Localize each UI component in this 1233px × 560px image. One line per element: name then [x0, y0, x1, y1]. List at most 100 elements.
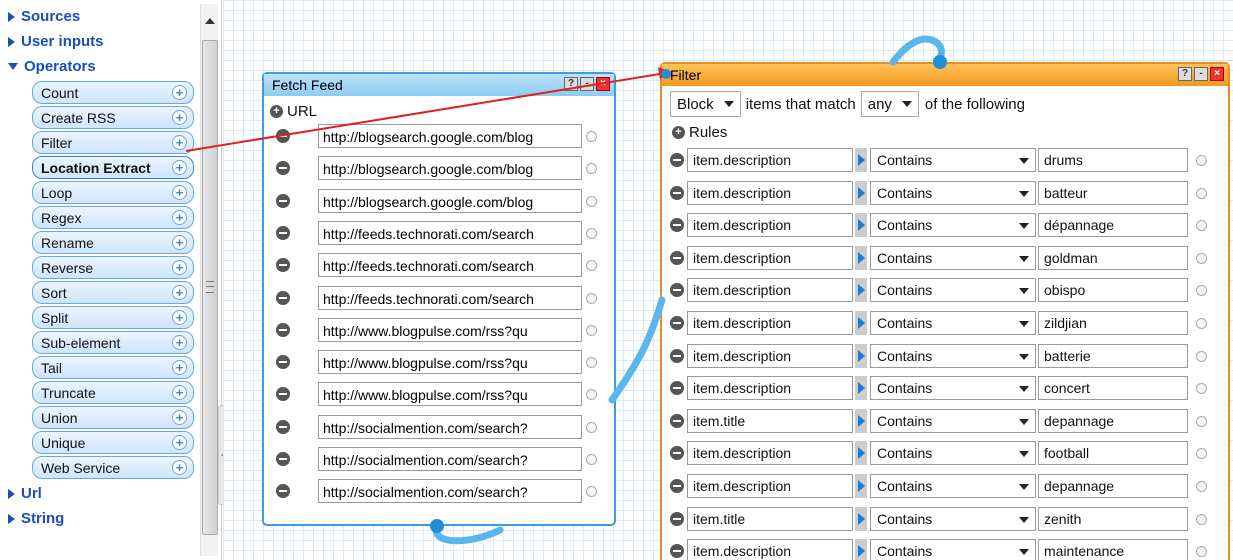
- rule-value-input[interactable]: goldman: [1038, 245, 1188, 270]
- url-input[interactable]: http://feeds.technorati.com/search: [318, 220, 582, 245]
- remove-url-icon[interactable]: [276, 290, 290, 305]
- operator-split[interactable]: Split +: [32, 306, 194, 329]
- url-input[interactable]: http://blogsearch.google.com/blog: [318, 156, 582, 181]
- rule-value-port-icon[interactable]: [1196, 546, 1207, 558]
- remove-rule-icon[interactable]: [670, 348, 684, 363]
- remove-url-icon[interactable]: [276, 387, 290, 402]
- rule-operator-select[interactable]: Contains: [870, 278, 1036, 303]
- rule-field-input[interactable]: item.description: [687, 180, 853, 205]
- add-module-icon[interactable]: +: [172, 285, 187, 300]
- operator-rename[interactable]: Rename +: [32, 231, 194, 254]
- field-picker-icon[interactable]: [855, 376, 867, 401]
- operator-reverse[interactable]: Reverse +: [32, 256, 194, 279]
- rule-field-input[interactable]: item.description: [687, 278, 853, 303]
- section-string[interactable]: String: [8, 506, 198, 531]
- rule-value-port-icon[interactable]: [1196, 481, 1207, 492]
- rule-operator-select[interactable]: Contains: [870, 148, 1036, 172]
- operator-count[interactable]: Count +: [32, 81, 194, 104]
- rule-field-input[interactable]: item.description: [687, 539, 853, 560]
- url-input[interactable]: http://blogsearch.google.com/blog: [318, 124, 582, 148]
- remove-rule-icon[interactable]: [670, 218, 684, 233]
- rule-field-input[interactable]: item.description: [687, 245, 853, 270]
- remove-url-icon[interactable]: [276, 193, 290, 208]
- field-picker-icon[interactable]: [855, 245, 867, 270]
- rule-operator-select[interactable]: Contains: [870, 539, 1036, 560]
- url-input-port-icon[interactable]: [586, 454, 597, 465]
- add-module-icon[interactable]: +: [172, 410, 187, 425]
- filter-module[interactable]: Filter ? - × Block items that match any …: [660, 62, 1230, 560]
- url-input[interactable]: http://www.blogpulse.com/rss?qu: [318, 317, 582, 342]
- remove-rule-icon[interactable]: [670, 185, 684, 200]
- remove-rule-icon[interactable]: [670, 316, 684, 330]
- add-module-icon[interactable]: +: [172, 310, 187, 325]
- url-input-port-icon[interactable]: [586, 486, 597, 498]
- operator-sub-element[interactable]: Sub-element +: [32, 331, 194, 354]
- add-module-icon[interactable]: +: [172, 135, 187, 150]
- add-rule-icon[interactable]: +: [672, 125, 685, 139]
- rule-value-port-icon[interactable]: [1196, 513, 1207, 525]
- operator-web-service[interactable]: Web Service +: [32, 456, 194, 479]
- rule-value-input[interactable]: concert: [1038, 376, 1188, 401]
- remove-url-icon[interactable]: [276, 452, 290, 466]
- rule-operator-select[interactable]: Contains: [870, 343, 1036, 368]
- operator-loop[interactable]: Loop +: [32, 181, 194, 204]
- add-module-icon[interactable]: +: [172, 335, 187, 350]
- remove-url-icon[interactable]: [276, 225, 290, 240]
- rule-value-input[interactable]: zenith: [1038, 506, 1188, 531]
- add-module-icon[interactable]: +: [172, 160, 187, 175]
- rule-field-input[interactable]: item.title: [687, 408, 853, 433]
- field-picker-icon[interactable]: [855, 343, 867, 368]
- section-user-inputs[interactable]: User inputs: [8, 29, 198, 54]
- rule-operator-select[interactable]: Contains: [870, 311, 1036, 335]
- add-module-icon[interactable]: +: [172, 435, 187, 450]
- field-picker-icon[interactable]: [855, 278, 867, 303]
- rule-value-input[interactable]: batterie: [1038, 343, 1188, 368]
- rule-field-input[interactable]: item.description: [687, 441, 853, 466]
- url-input-port-icon[interactable]: [586, 227, 597, 239]
- section-url[interactable]: Url: [8, 481, 198, 506]
- operator-unique[interactable]: Unique +: [32, 431, 194, 454]
- url-input[interactable]: http://blogsearch.google.com/blog: [318, 188, 582, 213]
- rule-value-input[interactable]: depannage: [1038, 474, 1188, 498]
- rule-value-input[interactable]: football: [1038, 441, 1188, 466]
- rule-field-input[interactable]: item.description: [687, 376, 853, 401]
- operator-regex[interactable]: Regex +: [32, 206, 194, 229]
- url-input[interactable]: http://feeds.technorati.com/search: [318, 285, 582, 310]
- rule-value-input[interactable]: obispo: [1038, 278, 1188, 303]
- url-input[interactable]: http://www.blogpulse.com/rss?qu: [318, 382, 582, 407]
- rule-field-input[interactable]: item.description: [687, 343, 853, 368]
- remove-url-icon[interactable]: [276, 419, 290, 434]
- any-all-select[interactable]: any: [860, 91, 919, 117]
- rule-field-input[interactable]: item.description: [687, 311, 853, 335]
- rule-value-input[interactable]: zildjian: [1038, 311, 1188, 335]
- url-input[interactable]: http://socialmention.com/search?: [318, 447, 582, 471]
- rule-field-input[interactable]: item.description: [687, 148, 853, 172]
- rule-value-port-icon[interactable]: [1196, 187, 1207, 199]
- url-input-port-icon[interactable]: [586, 357, 597, 369]
- remove-rule-icon[interactable]: [670, 479, 684, 493]
- remove-rule-icon[interactable]: [670, 153, 684, 167]
- rule-value-port-icon[interactable]: [1196, 415, 1207, 427]
- rule-operator-select[interactable]: Contains: [870, 474, 1036, 498]
- rule-value-port-icon[interactable]: [1196, 318, 1207, 329]
- close-icon[interactable]: ×: [1210, 67, 1224, 81]
- operator-tail[interactable]: Tail +: [32, 356, 194, 379]
- rule-value-input[interactable]: maintenance: [1038, 539, 1188, 560]
- close-icon[interactable]: ×: [596, 77, 610, 91]
- field-picker-icon[interactable]: [855, 474, 867, 498]
- url-input-port-icon[interactable]: [586, 131, 597, 142]
- rule-operator-select[interactable]: Contains: [870, 213, 1036, 238]
- section-operators[interactable]: Operators: [8, 54, 198, 79]
- operator-union[interactable]: Union +: [32, 406, 194, 429]
- rule-value-port-icon[interactable]: [1196, 252, 1207, 264]
- url-input[interactable]: http://feeds.technorati.com/search: [318, 253, 582, 278]
- field-picker-icon[interactable]: [855, 506, 867, 531]
- url-input-port-icon[interactable]: [586, 421, 597, 433]
- rule-value-port-icon[interactable]: [1196, 383, 1207, 395]
- remove-url-icon[interactable]: [276, 484, 290, 499]
- section-sources[interactable]: Sources: [8, 4, 198, 29]
- scrollbar-thumb[interactable]: [202, 40, 218, 535]
- field-picker-icon[interactable]: [855, 311, 867, 335]
- block-permit-select[interactable]: Block: [670, 91, 741, 117]
- remove-rule-icon[interactable]: [670, 381, 684, 396]
